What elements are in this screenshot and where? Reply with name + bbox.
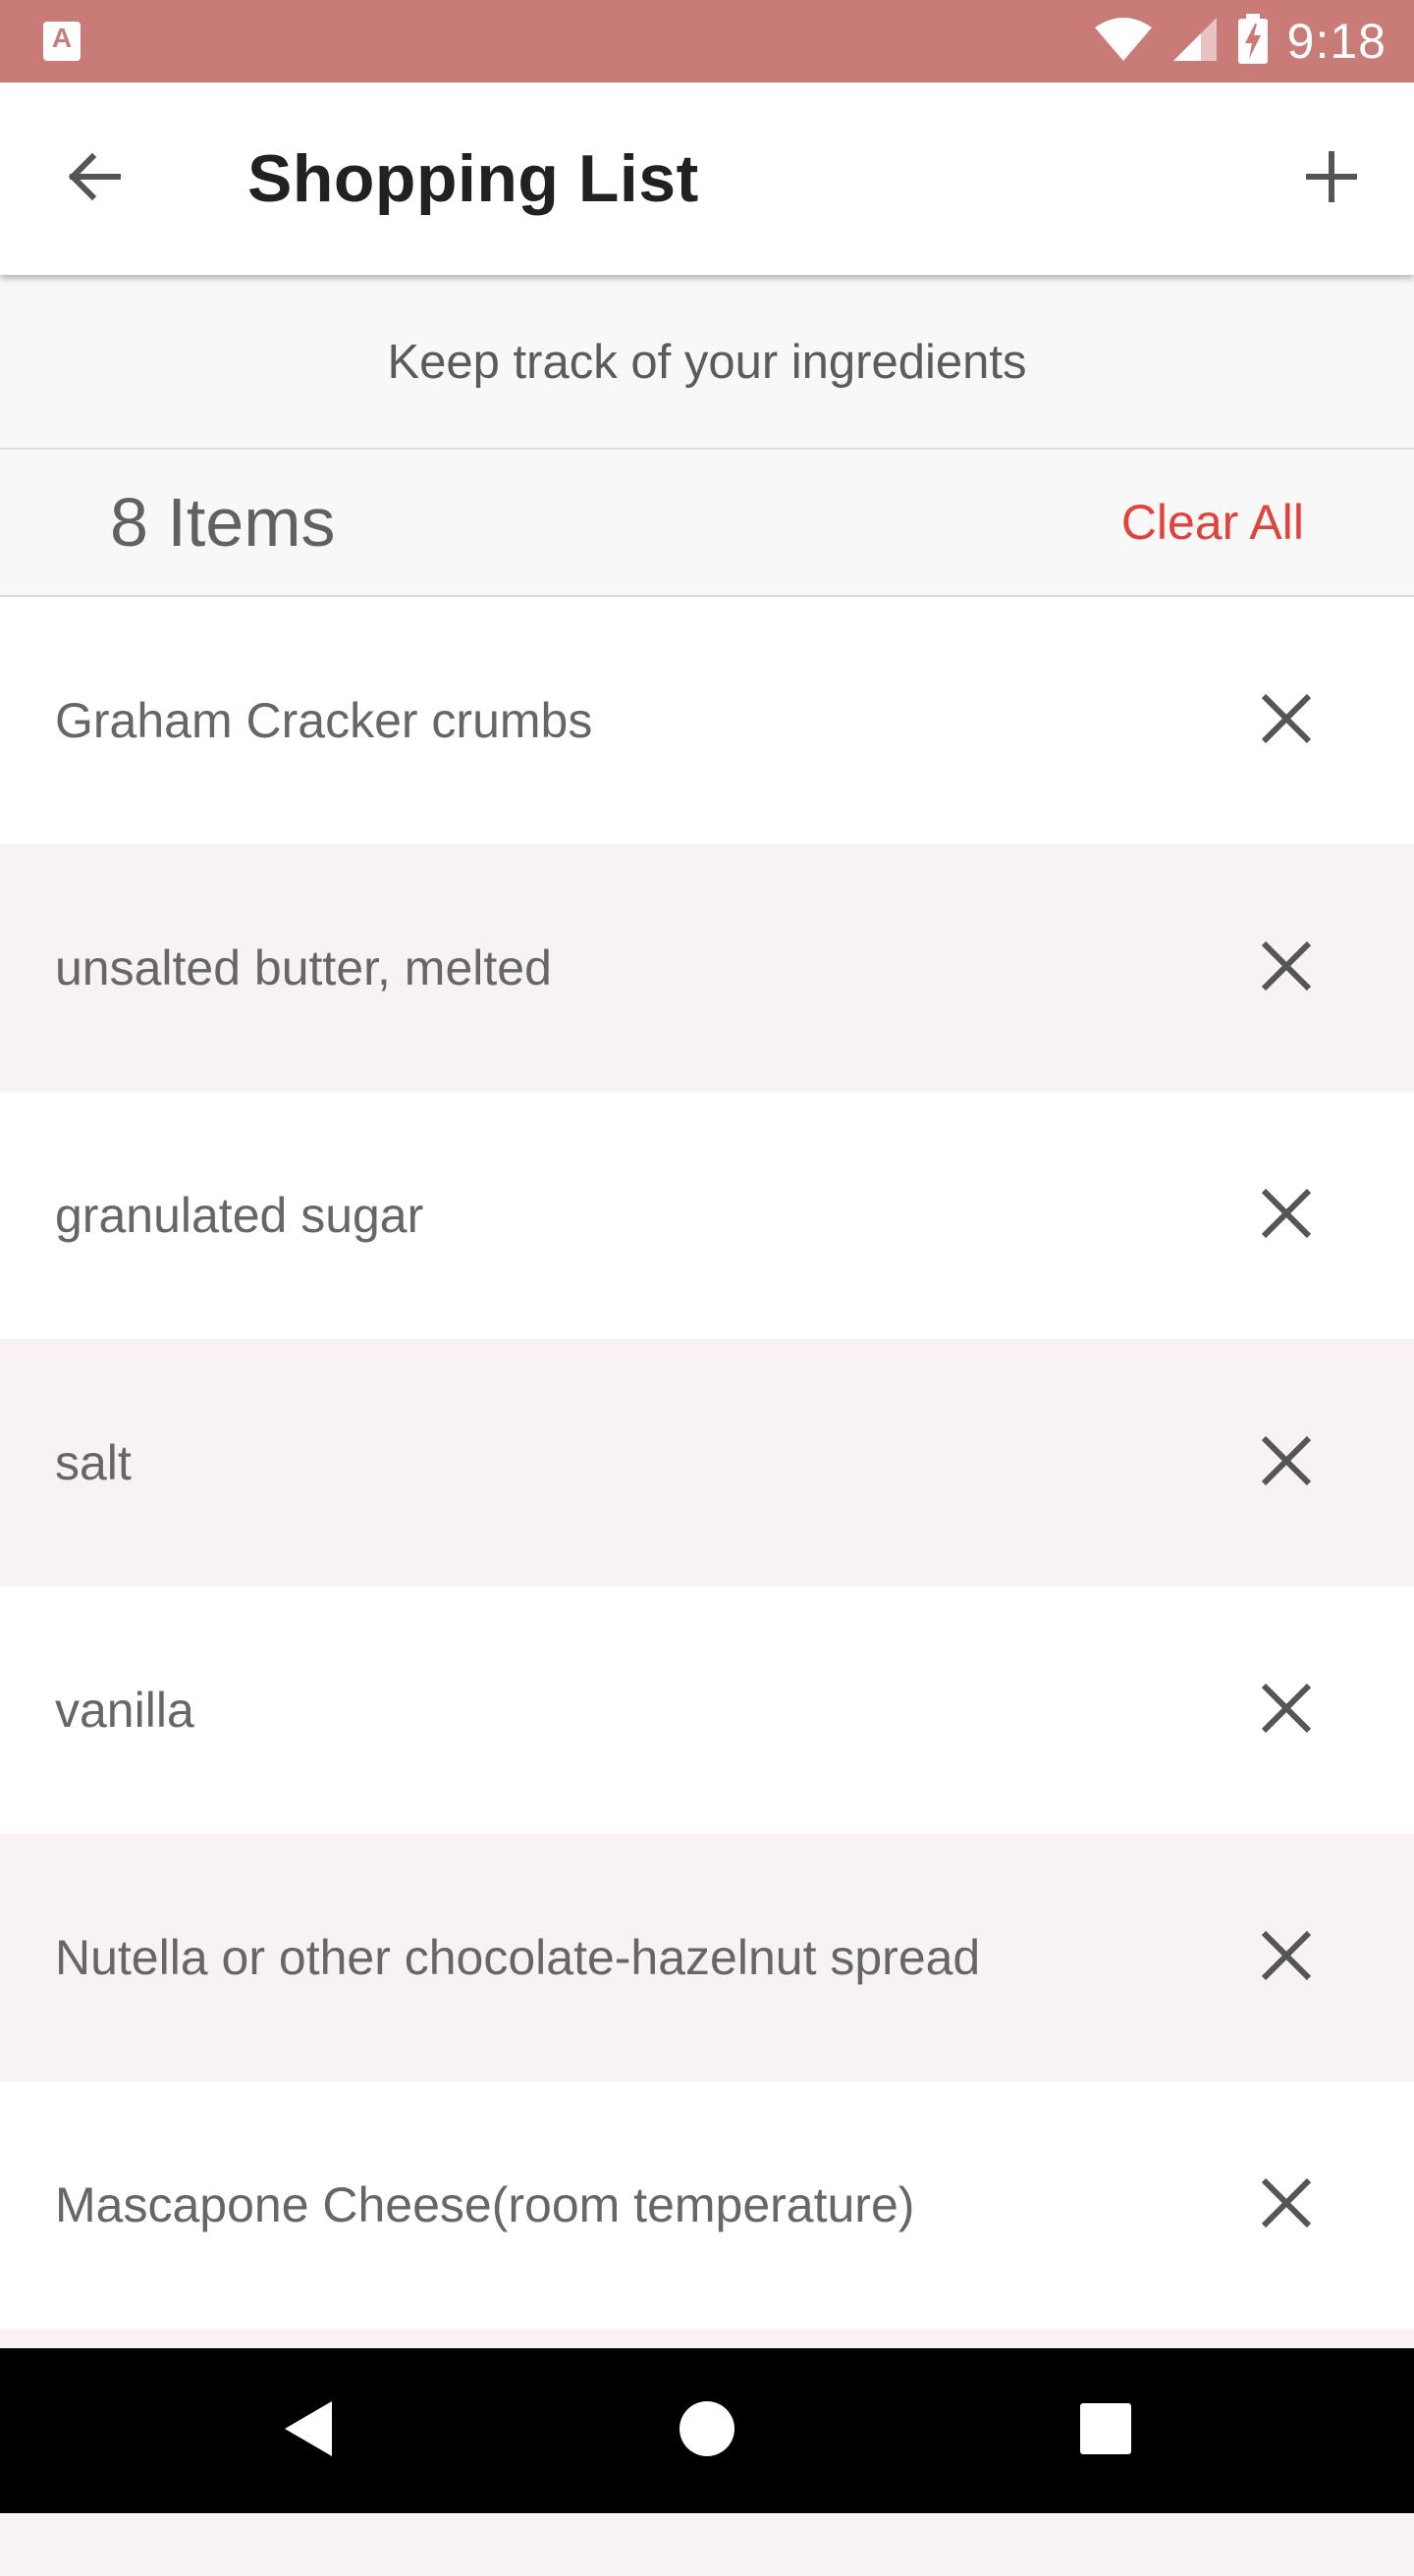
remove-item-button[interactable] [1239, 2158, 1333, 2252]
system-nav-bar [0, 2348, 1414, 2513]
back-triangle-icon [279, 2397, 338, 2465]
list-summary-bar: 8 Items Clear All [0, 450, 1414, 597]
notification-app-icon: A [43, 22, 81, 61]
remove-item-button[interactable] [1239, 1910, 1333, 2005]
remove-item-button[interactable] [1239, 1416, 1333, 1510]
arrow-back-icon [65, 147, 124, 211]
home-circle-icon [678, 2399, 736, 2463]
remove-item-button[interactable] [1239, 1168, 1333, 1262]
nav-back-button[interactable] [259, 2382, 357, 2480]
wifi-icon [1093, 16, 1154, 68]
remove-item-button[interactable] [1239, 1663, 1333, 1757]
list-item[interactable]: granulated sugar [0, 1092, 1414, 1339]
list-item[interactable]: unsalted butter, melted [0, 844, 1414, 1092]
list-item[interactable]: Graham Cracker crumbs [0, 597, 1414, 844]
list-item[interactable]: Nutella or other chocolate-hazelnut spre… [0, 1834, 1414, 2081]
subtitle-banner: Keep track of your ingredients [0, 275, 1414, 450]
close-icon [1260, 692, 1313, 750]
cell-signal-icon [1171, 16, 1219, 68]
plus-icon [1304, 149, 1359, 209]
add-item-button[interactable] [1284, 132, 1379, 226]
nav-recents-button[interactable] [1057, 2382, 1155, 2480]
close-icon [1260, 1929, 1313, 1987]
item-label: granulated sugar [55, 1188, 424, 1243]
nav-home-button[interactable] [658, 2382, 756, 2480]
back-button[interactable] [47, 132, 141, 226]
battery-charging-icon [1236, 13, 1270, 70]
list-item[interactable]: salt [0, 1339, 1414, 1586]
close-icon [1260, 2176, 1313, 2234]
close-icon [1260, 939, 1313, 997]
item-label: vanilla [55, 1683, 194, 1738]
close-icon [1260, 1682, 1313, 1740]
remove-item-button[interactable] [1239, 673, 1333, 768]
recents-square-icon [1078, 2401, 1133, 2461]
subtitle-text: Keep track of your ingredients [387, 336, 1027, 389]
app-bar: Shopping List [0, 82, 1414, 275]
status-bar: A 9:18 [0, 0, 1414, 82]
item-label: Nutella or other chocolate-hazelnut spre… [55, 1930, 981, 1985]
item-label: Mascapone Cheese(room temperature) [55, 2177, 915, 2232]
item-label: Graham Cracker crumbs [55, 693, 593, 748]
status-indicators: 9:18 [1093, 0, 1387, 82]
list-item[interactable]: Mascapone Cheese(room temperature) [0, 2081, 1414, 2329]
close-icon [1260, 1187, 1313, 1245]
page-title: Shopping List [247, 141, 699, 216]
item-label: salt [55, 1435, 132, 1490]
list-item[interactable]: vanilla [0, 1586, 1414, 1834]
items-count: 8 Items [110, 484, 336, 561]
item-label: unsalted butter, melted [55, 940, 552, 995]
clear-all-button[interactable]: Clear All [1121, 450, 1304, 595]
remove-item-button[interactable] [1239, 921, 1333, 1015]
status-time: 9:18 [1286, 14, 1387, 69]
close-icon [1260, 1434, 1313, 1492]
shopping-list: Graham Cracker crumbs unsalted butter, m… [0, 597, 1414, 2576]
